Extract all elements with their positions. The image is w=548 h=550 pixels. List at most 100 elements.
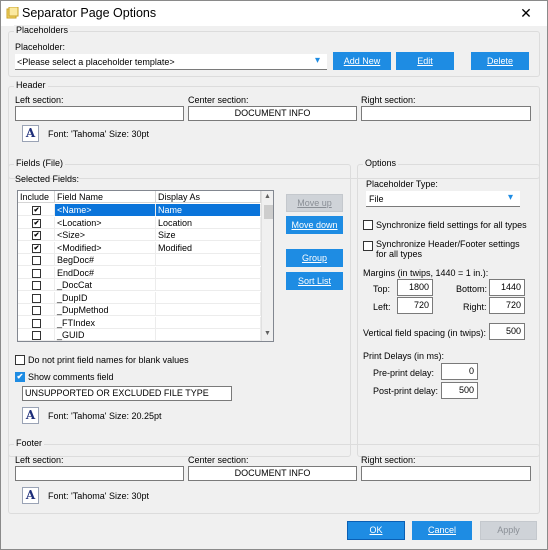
field-name-cell[interactable]: _DocCat (55, 279, 156, 291)
field-name-cell[interactable]: _FTIndex (55, 316, 156, 329)
show-comments-checkbox[interactable]: ✔ (15, 372, 25, 382)
field-name-cell[interactable]: EndDoc# (55, 266, 156, 279)
table-row[interactable]: ✔ <Name> Name (18, 204, 261, 216)
cancel-button[interactable]: Cancel (412, 521, 472, 540)
group-label: Group (301, 253, 327, 263)
delete-label: Delete (486, 56, 513, 66)
comments-field[interactable]: UNSUPPORTED OR EXCLUDED FILE TYPE (22, 386, 232, 401)
include-checkbox[interactable] (32, 306, 41, 315)
ok-button[interactable]: OK (347, 521, 405, 540)
display-as-cell[interactable] (156, 329, 261, 341)
column-header-field-name[interactable]: Field Name (55, 191, 156, 203)
move-up-button[interactable]: Move up (286, 194, 343, 212)
placeholder-type-value: File (369, 194, 384, 204)
field-name-cell[interactable]: _DupMethod (55, 304, 156, 316)
display-as-cell[interactable]: Size (156, 229, 261, 241)
field-name-cell[interactable]: _GUID (55, 329, 156, 341)
header-right-field[interactable] (361, 106, 531, 121)
scroll-up-icon[interactable]: ▲ (264, 193, 271, 200)
sync-fields-checkbox[interactable] (363, 220, 373, 230)
table-row[interactable]: _DocCat (18, 279, 261, 291)
table-row[interactable]: ✔ <Modified> Modified (18, 241, 261, 254)
include-checkbox[interactable] (32, 331, 41, 340)
table-row[interactable]: ✔ <Size> Size (18, 229, 261, 241)
include-checkbox[interactable] (32, 293, 41, 303)
include-checkbox[interactable]: ✔ (32, 231, 41, 240)
include-checkbox[interactable] (32, 268, 41, 278)
margins-label: Margins (in twips, 1440 = 1 in.): (363, 268, 489, 278)
display-as-cell[interactable]: Modified (156, 241, 261, 254)
close-icon[interactable]: ✕ (515, 3, 537, 23)
spacing-field[interactable]: 500 (489, 323, 525, 340)
add-new-label: Add New (343, 56, 381, 66)
field-name-cell[interactable]: BegDoc# (55, 254, 156, 266)
display-as-cell[interactable]: Location (156, 216, 261, 229)
header-left-label: Left section: (15, 95, 64, 105)
grid-header: Include Field Name Display As (18, 191, 261, 203)
sync-header-checkbox[interactable] (363, 241, 373, 251)
table-row[interactable]: BegDoc# (18, 254, 261, 266)
field-name-cell[interactable]: <Modified> (55, 241, 156, 254)
display-as-cell[interactable] (156, 279, 261, 291)
display-as-cell[interactable] (156, 316, 261, 329)
table-row[interactable]: _FTIndex (18, 316, 261, 329)
type-chevron-down-icon: ▾ (508, 192, 514, 203)
column-header-display-as[interactable]: Display As (156, 191, 261, 203)
table-row[interactable]: _DupMethod (18, 304, 261, 316)
field-name-cell[interactable]: <Size> (55, 229, 156, 241)
move-down-button[interactable]: Move down (286, 216, 343, 234)
display-as-cell[interactable] (156, 254, 261, 266)
pre-print-field[interactable]: 0 (441, 363, 478, 380)
font-icon[interactable]: A (22, 125, 39, 142)
footer-right-field[interactable] (361, 466, 531, 481)
placeholder-type-select[interactable]: File ▾ (366, 191, 520, 207)
show-comments-label: Show comments field (28, 372, 114, 382)
footer-left-field[interactable] (15, 466, 184, 481)
edit-button[interactable]: Edit (396, 52, 454, 70)
group-button[interactable]: Group (286, 249, 343, 267)
table-row[interactable]: _GUID (18, 329, 261, 341)
scroll-thumb[interactable] (264, 205, 273, 219)
fields-font-info: Font: 'Tahoma' Size: 20.25pt (48, 411, 162, 421)
field-name-cell[interactable]: _DupID (55, 291, 156, 304)
no-print-blank-checkbox[interactable] (15, 355, 25, 365)
footer-font-icon[interactable]: A (22, 487, 39, 504)
header-left-field[interactable] (15, 106, 184, 121)
delete-button[interactable]: Delete (471, 52, 529, 70)
left-margin-field[interactable]: 720 (397, 297, 433, 314)
display-as-cell[interactable]: Name (156, 204, 261, 216)
right-label: Right: (463, 302, 487, 312)
footer-center-field[interactable]: DOCUMENT INFO (188, 466, 357, 481)
scroll-down-icon[interactable]: ▼ (264, 330, 271, 337)
grid-scrollbar[interactable]: ▲ ▼ (261, 191, 273, 341)
post-print-field[interactable]: 500 (441, 382, 478, 399)
right-margin-field[interactable]: 720 (489, 297, 525, 314)
column-header-include[interactable]: Include (18, 191, 55, 203)
field-name-cell[interactable]: <Location> (55, 216, 156, 229)
app-icon (6, 7, 19, 19)
table-row[interactable]: EndDoc# (18, 266, 261, 279)
field-name-cell[interactable]: <Name> (55, 204, 156, 216)
header-center-field[interactable]: DOCUMENT INFO (188, 106, 357, 121)
include-cell (18, 266, 55, 279)
include-checkbox[interactable]: ✔ (32, 218, 41, 228)
display-as-cell[interactable] (156, 304, 261, 316)
include-checkbox[interactable]: ✔ (32, 206, 41, 215)
table-row[interactable]: ✔ <Location> Location (18, 216, 261, 229)
include-checkbox[interactable] (32, 281, 41, 290)
placeholder-select[interactable]: <Please select a placeholder template> ▾ (15, 54, 327, 70)
selected-fields-grid[interactable]: Include Field Name Display As ✔ <Name> Nam… (17, 190, 274, 342)
display-as-cell[interactable] (156, 291, 261, 304)
fields-font-icon[interactable]: A (22, 407, 39, 424)
add-new-button[interactable]: Add New (333, 52, 391, 70)
top-margin-field[interactable]: 1800 (397, 279, 433, 296)
apply-button[interactable]: Apply (480, 521, 537, 540)
include-checkbox[interactable] (32, 256, 41, 265)
display-as-cell[interactable] (156, 266, 261, 279)
bottom-margin-field[interactable]: 1440 (489, 279, 525, 296)
sort-list-button[interactable]: Sort List (286, 272, 343, 290)
title-bar: Separator Page Options ✕ (1, 1, 547, 26)
include-checkbox[interactable] (32, 318, 41, 328)
include-checkbox[interactable]: ✔ (32, 243, 41, 253)
table-row[interactable]: _DupID (18, 291, 261, 304)
